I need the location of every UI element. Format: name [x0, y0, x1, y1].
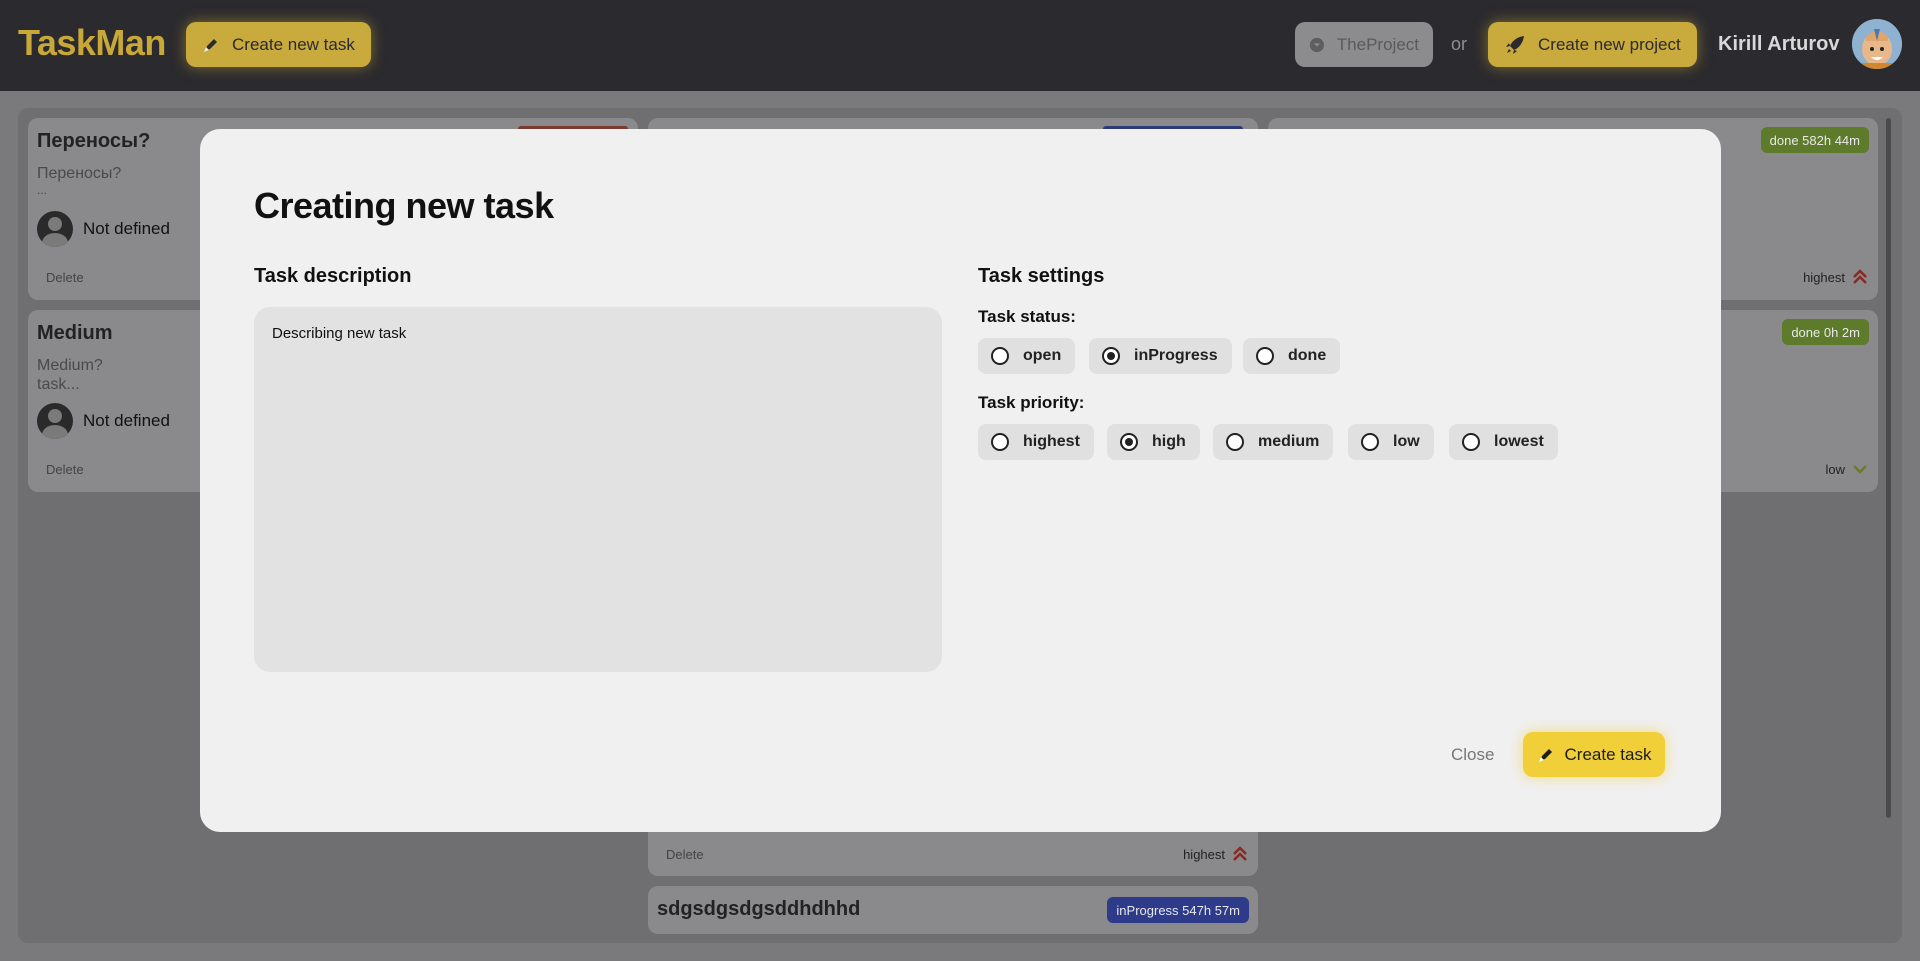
priority-radio-medium[interactable]: medium [1213, 424, 1334, 460]
card-text: Medium? [37, 357, 103, 374]
priority-radio-lowest[interactable]: lowest [1449, 424, 1558, 460]
create-task-button[interactable]: Create task [1523, 732, 1665, 777]
card-assignee[interactable]: Not defined [37, 403, 170, 439]
card-title: Переносы? [37, 130, 151, 152]
settings-heading: Task settings [978, 265, 1105, 287]
card-title: Medium [37, 322, 113, 344]
close-button[interactable]: Close [1451, 745, 1494, 765]
radio-circle [1361, 433, 1379, 451]
status-option-label: open [1023, 347, 1062, 364]
radio-circle [1226, 433, 1244, 451]
user-avatar[interactable] [1852, 19, 1902, 69]
create-task-label: Create task [1564, 744, 1652, 764]
status-badge: inProgress 547h 57m [1107, 897, 1249, 923]
status-radio-done[interactable]: done [1243, 338, 1341, 374]
card-text-more: task... [37, 376, 80, 393]
priority-radio-high[interactable]: high [1107, 424, 1200, 460]
priority-option-label: lowest [1494, 433, 1544, 450]
priority-indicator: highest [1803, 268, 1869, 286]
radio-circle-selected [1102, 347, 1120, 365]
priority-radio-low[interactable]: low [1348, 424, 1434, 460]
status-badge: done 582h 44m [1760, 127, 1869, 153]
radio-circle [991, 347, 1009, 365]
card-assignee[interactable]: Not defined [37, 211, 170, 247]
pencil-icon [204, 38, 217, 52]
priority-radio-highest[interactable]: highest [978, 424, 1094, 460]
radio-circle [1462, 433, 1480, 451]
task-description-input[interactable]: Describing new task [254, 307, 942, 672]
priority-option-label: medium [1258, 433, 1320, 450]
priority-label: low [1825, 461, 1845, 477]
priority-label: highest [1803, 269, 1845, 285]
or-text: or [1451, 34, 1468, 54]
priority-indicator: highest [1183, 845, 1249, 863]
status-option-label: done [1288, 347, 1327, 364]
radio-circle [1256, 347, 1274, 365]
description-heading: Task description [254, 265, 412, 287]
project-name: TheProject [1336, 34, 1419, 54]
create-new-task-button[interactable]: Create new task [186, 22, 371, 67]
status-label: Task status: [978, 307, 1076, 326]
card-title: sdgsdgsdgsddhdhhd [657, 898, 861, 920]
modal-title: Creating new task [254, 185, 554, 226]
app-logo[interactable]: TaskMan [18, 22, 166, 64]
delete-button[interactable]: Delete [666, 847, 704, 862]
chevron-down-circle-icon [1309, 37, 1325, 52]
priority-label: Task priority: [978, 393, 1085, 412]
chevron-down-icon [1853, 465, 1867, 474]
priority-option-label: highest [1023, 433, 1080, 450]
status-option-label: inProgress [1134, 347, 1218, 364]
board-scrollbar[interactable] [1886, 118, 1891, 818]
status-radio-inprogress[interactable]: inProgress [1089, 338, 1232, 374]
user-name[interactable]: Kirill Arturov [1718, 33, 1840, 56]
description-value: Describing new task [272, 325, 407, 342]
card-text-more: ... [37, 183, 48, 197]
create-new-project-button[interactable]: Create new project [1488, 22, 1697, 67]
project-selector[interactable]: TheProject [1295, 22, 1433, 67]
radio-circle [991, 433, 1009, 451]
pencil-icon [1538, 748, 1552, 762]
app-header: TaskMan Create new task TheProject or Cr… [0, 0, 1920, 91]
rocket-icon [1506, 35, 1524, 54]
radio-circle-selected [1120, 433, 1138, 451]
create-new-task-label: Create new task [232, 34, 355, 54]
create-task-modal: Creating new task Task description Descr… [200, 129, 1721, 832]
avatar-image [1852, 19, 1902, 69]
user-placeholder-icon [37, 211, 73, 247]
priority-option-label: low [1393, 433, 1420, 450]
user-placeholder-icon [37, 403, 73, 439]
delete-button[interactable]: Delete [46, 270, 84, 285]
priority-indicator: low [1825, 460, 1869, 478]
priority-option-label: high [1152, 433, 1186, 450]
double-arrow-up-icon [1853, 269, 1867, 284]
card-text: Переносы? [37, 165, 122, 182]
assignee-label: Not defined [83, 411, 170, 430]
status-radio-open[interactable]: open [978, 338, 1076, 374]
task-card[interactable]: sdgsdgsdgsddhdhhd inProgress 547h 57m [648, 886, 1258, 934]
delete-button[interactable]: Delete [46, 462, 84, 477]
status-badge: done 0h 2m [1782, 319, 1869, 345]
create-new-project-label: Create new project [1538, 34, 1681, 54]
assignee-label: Not defined [83, 219, 170, 238]
priority-label: highest [1183, 846, 1225, 862]
double-arrow-up-icon [1233, 846, 1247, 861]
